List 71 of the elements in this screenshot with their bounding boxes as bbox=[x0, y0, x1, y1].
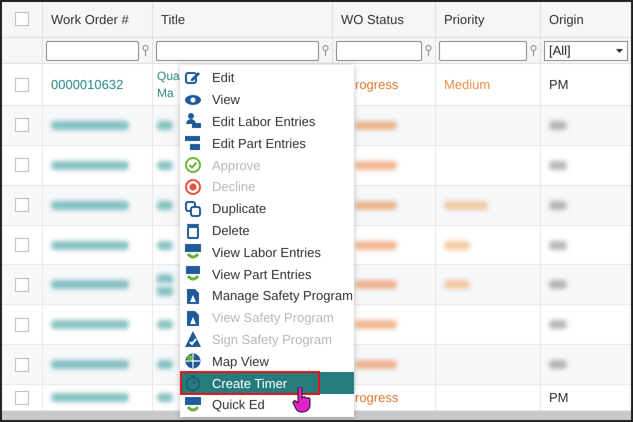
checkbox[interactable] bbox=[15, 390, 29, 405]
filter-dropdown[interactable]: [All] bbox=[544, 40, 628, 61]
menu-item[interactable]: Duplicate bbox=[180, 198, 354, 220]
checkbox[interactable] bbox=[15, 358, 29, 372]
column-header[interactable]: WO Status bbox=[341, 12, 404, 27]
menu-item[interactable]: Map View bbox=[180, 350, 354, 372]
filter-field[interactable] bbox=[46, 40, 139, 61]
filter-field[interactable] bbox=[156, 40, 319, 61]
column-header[interactable]: Origin bbox=[549, 12, 584, 27]
checkbox[interactable] bbox=[15, 118, 29, 132]
stopwatch-icon bbox=[184, 374, 202, 392]
check-circle-icon bbox=[184, 156, 202, 174]
checkbox[interactable] bbox=[15, 198, 29, 212]
origin-text: PM bbox=[549, 389, 570, 406]
blurred-text bbox=[549, 360, 567, 370]
checkbox[interactable] bbox=[15, 158, 29, 172]
menu-item[interactable]: Manage Safety Program bbox=[180, 284, 354, 307]
filter-icon bbox=[425, 44, 432, 57]
menu-item[interactable]: View bbox=[180, 88, 354, 111]
menu-item[interactable]: Edit Part Entries bbox=[180, 132, 354, 154]
x-circle-icon bbox=[184, 178, 202, 196]
blurred-text bbox=[355, 160, 397, 170]
blurred-text bbox=[444, 200, 488, 210]
menu-item[interactable]: View Part Entries bbox=[180, 263, 354, 285]
document-icon bbox=[184, 286, 202, 305]
blurred-text bbox=[444, 280, 470, 290]
blurred-text bbox=[549, 120, 567, 130]
blurred-text bbox=[355, 320, 397, 330]
document-icon bbox=[184, 308, 202, 327]
filter-icon bbox=[530, 44, 537, 57]
status-text: rogress bbox=[355, 76, 400, 94]
column-header[interactable]: Title bbox=[161, 12, 186, 27]
blurred-text bbox=[355, 120, 397, 130]
priority-text: Medium bbox=[444, 76, 492, 94]
blurred-text bbox=[549, 200, 567, 210]
checkbox[interactable] bbox=[15, 278, 29, 292]
blurred-text bbox=[355, 240, 397, 250]
triangle-check-icon bbox=[184, 330, 202, 348]
filter-field[interactable] bbox=[336, 40, 422, 61]
status-text: rogress bbox=[355, 389, 400, 406]
checkbox[interactable] bbox=[15, 318, 29, 332]
filter-icon bbox=[322, 44, 329, 57]
blurred-text bbox=[549, 280, 567, 290]
checkbox[interactable] bbox=[15, 238, 29, 252]
menu-item[interactable]: Quick Ed bbox=[180, 394, 354, 416]
checkbox[interactable] bbox=[15, 78, 29, 92]
menu-item[interactable]: Create Timer bbox=[180, 372, 354, 394]
menu-item[interactable]: Edit bbox=[180, 67, 354, 89]
menu-item[interactable]: View Labor Entries bbox=[180, 241, 354, 264]
checkbox[interactable] bbox=[15, 12, 29, 26]
menu-item[interactable]: Delete bbox=[180, 220, 354, 242]
filter-icon bbox=[142, 44, 149, 57]
column-header[interactable]: Work Order # bbox=[51, 12, 129, 27]
blurred-text bbox=[355, 280, 397, 290]
work-order-link[interactable]: 0000010632 bbox=[51, 76, 144, 94]
blurred-text bbox=[444, 240, 470, 250]
menu-item[interactable]: Edit Labor Entries bbox=[180, 110, 354, 132]
trash-icon bbox=[184, 221, 202, 240]
column-header[interactable]: Priority bbox=[444, 12, 484, 27]
origin-text: PM bbox=[549, 76, 570, 94]
hand-cursor-icon bbox=[292, 387, 312, 413]
copy-icon bbox=[184, 200, 202, 218]
blurred-text bbox=[549, 320, 567, 330]
person-icon bbox=[184, 112, 202, 130]
filter-field[interactable] bbox=[439, 40, 527, 61]
blurred-text bbox=[549, 160, 567, 170]
blurred-text bbox=[549, 240, 567, 250]
caret-icon bbox=[616, 48, 623, 53]
globe-icon bbox=[184, 352, 202, 370]
blurred-text bbox=[355, 200, 397, 210]
blurred-text bbox=[355, 360, 397, 370]
